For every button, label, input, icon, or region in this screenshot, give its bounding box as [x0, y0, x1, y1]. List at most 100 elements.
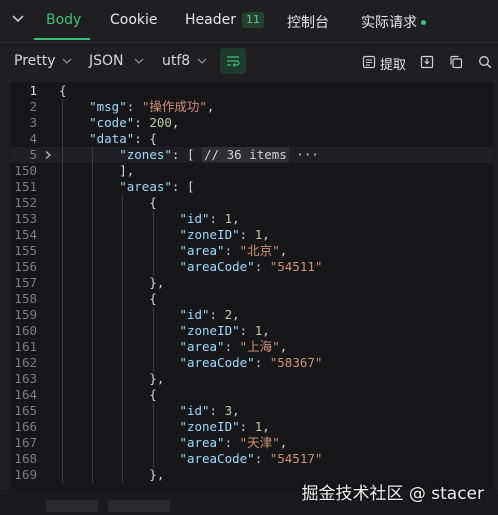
code-text: "zones": [ // 36 items ···: [119, 147, 319, 162]
line-number: 4: [29, 131, 37, 146]
code-text: "areaCode": "54517": [179, 451, 323, 466]
type-select[interactable]: JSON: [89, 53, 124, 69]
code-line: 164 {: [10, 387, 494, 403]
tab-header-label: Header: [185, 12, 236, 28]
status-dot: [421, 20, 426, 25]
response-toolbar: Pretty JSON utf8 提取: [0, 42, 498, 81]
code-text: "areaCode": "54511": [179, 259, 323, 274]
code-line: 3 "code": 200,: [10, 115, 494, 131]
code-text: "zoneID": 1,: [179, 323, 270, 338]
status-bar-item: [108, 500, 170, 512]
code-line: 150 ],: [10, 163, 494, 179]
code-line: 160 "zoneID": 1,: [10, 323, 494, 339]
code-line: 167 "area": "天津",: [10, 435, 494, 451]
chevron-down-icon[interactable]: [62, 56, 72, 66]
line-number: 164: [14, 387, 37, 402]
response-tab-bar: Body Cookie Header 11 控制台 实际请求: [0, 0, 498, 42]
tab-body[interactable]: Body: [46, 12, 81, 28]
code-text: "areas": [: [119, 179, 195, 194]
code-text: },: [59, 371, 165, 386]
code-text: "area": "上海",: [179, 339, 288, 354]
line-number: 5: [29, 147, 37, 162]
code-line: 4 "data": {: [10, 131, 494, 147]
chevron-down-icon[interactable]: [197, 56, 207, 66]
code-text: "id": 1,: [179, 211, 240, 226]
code-text: {: [59, 195, 157, 210]
code-line: 154 "zoneID": 1,: [10, 227, 494, 243]
line-number: 158: [14, 291, 37, 306]
code-line: 168 "areaCode": "54517": [10, 451, 494, 467]
encoding-select[interactable]: utf8: [162, 53, 190, 69]
status-bar-item: [46, 500, 98, 512]
code-text: {: [59, 387, 157, 402]
code-text: {: [59, 291, 157, 306]
line-number: 151: [14, 179, 37, 194]
code-text: "id": 2,: [179, 307, 240, 322]
line-number: 169: [14, 467, 37, 482]
code-line: 5 "zones": [ // 36 items ···: [10, 147, 494, 163]
line-number: 162: [14, 355, 37, 370]
line-number: 155: [14, 243, 37, 258]
chevron-down-icon[interactable]: [10, 10, 26, 26]
tab-header[interactable]: Header 11: [185, 12, 264, 28]
search-icon[interactable]: [478, 55, 492, 69]
download-icon[interactable]: [420, 55, 434, 69]
code-line: 151 "areas": [: [10, 179, 494, 195]
line-number: 163: [14, 371, 37, 386]
extract-button[interactable]: 提取: [380, 54, 406, 73]
line-number: 161: [14, 339, 37, 354]
code-text: "areaCode": "58367": [179, 355, 323, 370]
code-line: 166 "zoneID": 1,: [10, 419, 494, 435]
line-number: 166: [14, 419, 37, 434]
code-text: },: [59, 467, 165, 482]
line-number: 165: [14, 403, 37, 418]
code-text: {: [59, 83, 67, 98]
line-number: 168: [14, 451, 37, 466]
tab-actual-request-label: 实际请求: [361, 15, 417, 31]
code-text: "id": 3,: [179, 403, 240, 418]
code-text: "msg": "操作成功",: [89, 99, 215, 114]
line-number: 2: [29, 99, 37, 114]
header-count-badge: 11: [241, 12, 264, 28]
code-text: "code": 200,: [89, 115, 180, 130]
code-text: "zoneID": 1,: [179, 419, 270, 434]
code-text: "data": {: [89, 131, 157, 146]
line-number: 3: [29, 115, 37, 130]
copy-icon[interactable]: [449, 55, 463, 69]
code-line: 161 "area": "上海",: [10, 339, 494, 355]
code-line: 155 "area": "北京",: [10, 243, 494, 259]
code-text: ],: [59, 163, 135, 178]
tab-cookie[interactable]: Cookie: [110, 12, 158, 28]
code-text: "zoneID": 1,: [179, 227, 270, 242]
json-response-editor[interactable]: 1{2 "msg": "操作成功", 3 "code": 200, 4 "data"…: [10, 82, 494, 490]
line-number: 157: [14, 275, 37, 290]
wrap-lines-icon: [227, 56, 240, 67]
code-line: 162 "areaCode": "58367": [10, 355, 494, 371]
code-text: "area": "天津",: [179, 435, 288, 450]
code-line: 165 "id": 3,: [10, 403, 494, 419]
code-line: 153 "id": 1,: [10, 211, 494, 227]
extract-icon[interactable]: [362, 55, 376, 69]
code-line: 156 "areaCode": "54511": [10, 259, 494, 275]
line-number: 156: [14, 259, 37, 274]
line-number: 167: [14, 435, 37, 450]
code-text: },: [59, 275, 165, 290]
code-line: 152 {: [10, 195, 494, 211]
tab-console[interactable]: 控制台: [287, 12, 329, 32]
word-wrap-button[interactable]: [220, 48, 246, 74]
line-number: 150: [14, 163, 37, 178]
chevron-down-icon[interactable]: [134, 56, 144, 66]
format-select[interactable]: Pretty: [14, 53, 56, 69]
active-tab-indicator: [34, 38, 90, 40]
code-line: 158 {: [10, 291, 494, 307]
code-line: 2 "msg": "操作成功",: [10, 99, 494, 115]
code-line: 157 },: [10, 275, 494, 291]
code-text: "area": "北京",: [179, 243, 288, 258]
code-line: 159 "id": 2,: [10, 307, 494, 323]
line-number: 160: [14, 323, 37, 338]
fold-chevron-right-icon[interactable]: [43, 150, 53, 160]
code-line: 163 },: [10, 371, 494, 387]
line-number: 1: [29, 83, 37, 98]
tab-actual-request[interactable]: 实际请求: [361, 12, 426, 32]
watermark: 掘金技术社区 @ stacer: [301, 484, 484, 504]
